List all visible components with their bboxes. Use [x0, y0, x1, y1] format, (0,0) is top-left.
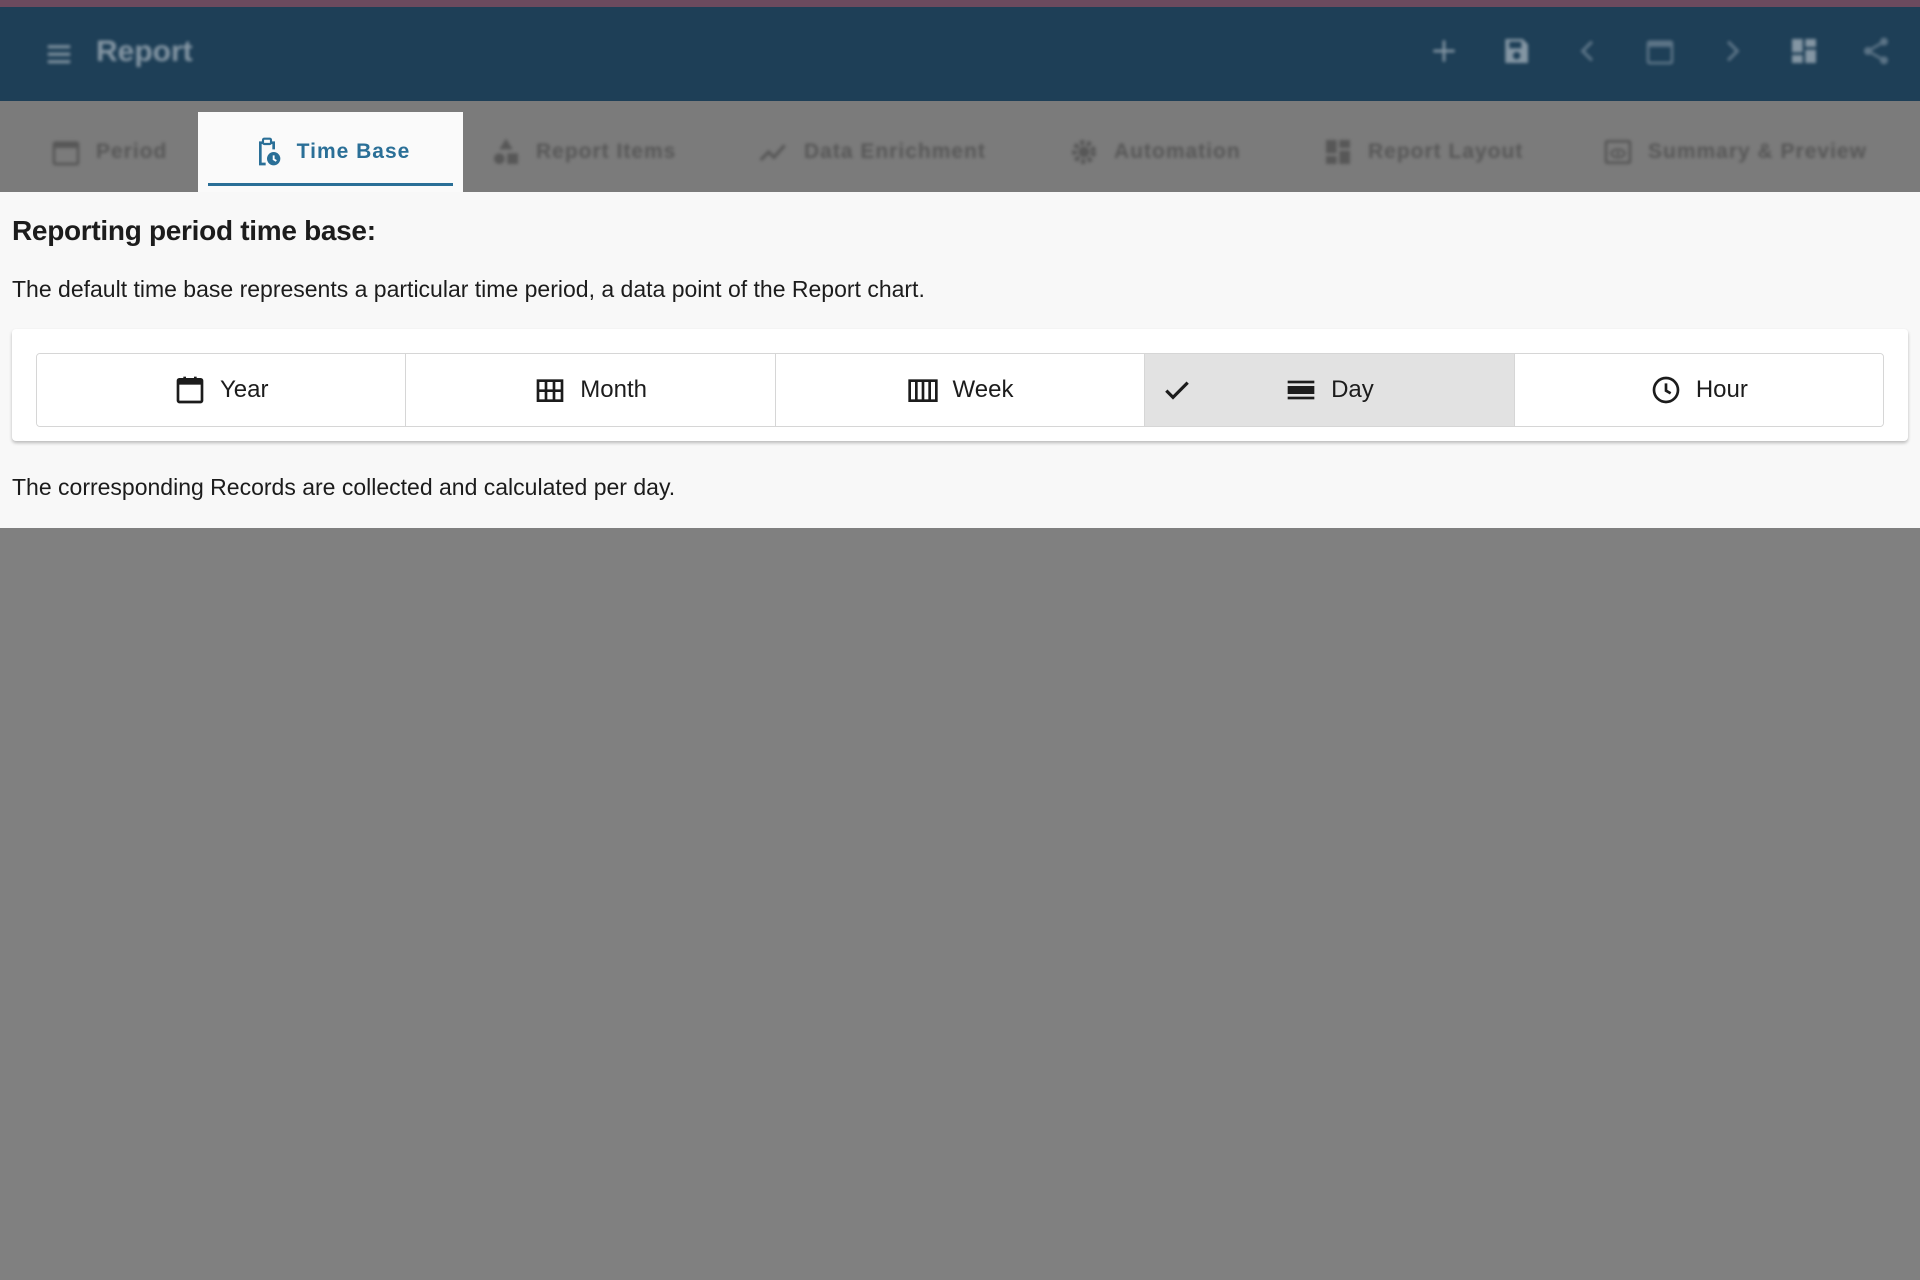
tab-label: Report Items [536, 140, 677, 163]
save-icon [1505, 39, 1528, 63]
calendar-button[interactable] [1638, 29, 1682, 73]
top-strip [0, 0, 1920, 7]
toggle-label: Hour [1695, 376, 1748, 403]
tab-bar: Period Time Base Report Items Data Enric… [0, 101, 1920, 192]
toggle-label: Year [219, 376, 269, 403]
dashboard-icon [1792, 39, 1816, 63]
view-day-icon [1287, 380, 1315, 400]
calendar-icon [52, 141, 80, 166]
tab-label: Period [96, 140, 168, 163]
shapes-icon [494, 138, 518, 164]
tab-label: Data Enrichment [804, 140, 986, 163]
chevron-left-icon [1580, 40, 1594, 62]
tab-data-enrichment[interactable]: Data Enrichment [758, 112, 986, 192]
app-bar: Report [0, 7, 1920, 101]
tab-summary-preview[interactable]: Summary & Preview [1602, 112, 1867, 192]
section-heading: Reporting period time base: [12, 215, 376, 246]
check-icon [1165, 381, 1190, 400]
previous-button[interactable] [1566, 29, 1610, 73]
time-base-panel: Reporting period time base: The default … [0, 192, 1920, 528]
dashboard-icon [1326, 140, 1350, 164]
save-button[interactable] [1494, 29, 1538, 73]
toggle-label: Month [580, 376, 647, 403]
tab-report-layout[interactable]: Report Layout [1322, 112, 1523, 192]
section-description: The default time base represents a parti… [12, 276, 925, 302]
toggle-day[interactable]: Day [1145, 354, 1515, 426]
time-base-card: Year Month Week Day Hour [12, 329, 1908, 441]
app-title: Report [96, 35, 193, 68]
toggle-label: Week [952, 376, 1014, 403]
modal-backdrop [0, 528, 1920, 1280]
view-week-icon [907, 379, 938, 402]
toggle-hour[interactable]: Hour [1514, 354, 1883, 426]
time-base-toggle-group: Year Month Week Day Hour [36, 353, 1884, 427]
tab-time-base[interactable]: Time Base [198, 112, 463, 192]
share-icon [1864, 37, 1888, 65]
gear-icon [1072, 140, 1096, 164]
tab-report-items[interactable]: Report Items [490, 112, 676, 192]
toggle-year[interactable]: Year [37, 354, 407, 426]
add-button[interactable] [1422, 29, 1466, 73]
chevron-right-icon [1726, 40, 1740, 62]
clock-icon [1652, 376, 1680, 404]
tab-period[interactable]: Period [50, 112, 167, 192]
grid-icon [536, 379, 564, 402]
toggle-month[interactable]: Month [406, 354, 776, 426]
preview-icon [1604, 140, 1632, 164]
calendar-icon [176, 376, 204, 404]
calendar-icon [1646, 40, 1674, 65]
tab-label: Report Layout [1368, 140, 1524, 163]
tab-automation[interactable]: Automation [1068, 112, 1241, 192]
tab-label: Automation [1114, 140, 1241, 163]
toggle-week[interactable]: Week [775, 354, 1146, 426]
time-base-note: The corresponding Records are collected … [12, 474, 676, 500]
tab-label: Time Base [296, 140, 411, 163]
plus-icon [1433, 40, 1455, 62]
clipboard-clock-icon [258, 137, 280, 166]
active-tab-indicator [208, 183, 453, 186]
share-button[interactable] [1854, 29, 1898, 73]
app-bar-actions [1422, 29, 1898, 73]
chart-line-icon [759, 144, 786, 162]
dashboard-button[interactable] [1782, 29, 1826, 73]
toggle-label: Day [1331, 376, 1374, 403]
menu-icon[interactable] [44, 39, 74, 69]
next-button[interactable] [1710, 29, 1754, 73]
tab-label: Summary & Preview [1648, 140, 1867, 163]
